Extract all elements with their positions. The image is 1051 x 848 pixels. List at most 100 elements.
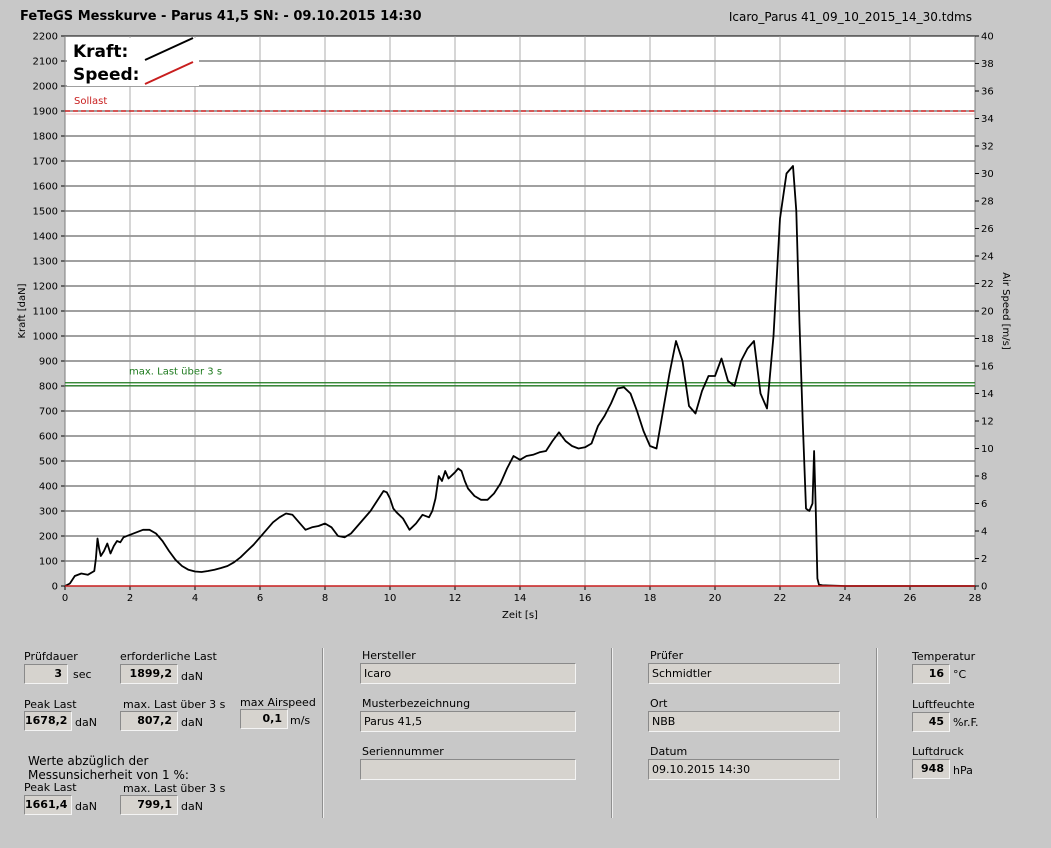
force-speed-chart: 0100200300400500600700800900100011001200… [17, 32, 1011, 622]
feuchte-unit: %r.F. [953, 716, 979, 729]
y2-tick-label: 36 [981, 87, 994, 98]
druck-value: 948 [912, 759, 950, 779]
x-tick-label: 18 [644, 593, 657, 604]
y2-tick-label: 32 [981, 142, 994, 153]
max-last2-label: max. Last über 3 s [123, 782, 226, 795]
datum-field: 09.10.2015 14:30 [648, 759, 840, 780]
y-tick-label: 200 [39, 532, 58, 543]
separator [611, 648, 613, 818]
serien-field [360, 759, 576, 780]
peak-last-label: Peak Last [24, 698, 77, 711]
muster-field: Parus 41,5 [360, 711, 576, 732]
y2-tick-label: 8 [981, 472, 987, 483]
y-tick-label: 1500 [33, 207, 58, 218]
x-tick-label: 28 [969, 593, 982, 604]
max-airspeed-value: 0,1 [240, 709, 288, 729]
y2-tick-label: 40 [981, 32, 994, 43]
y-tick-label: 100 [39, 557, 58, 568]
y2-tick-label: 22 [981, 279, 994, 290]
y-tick-label: 1600 [33, 182, 58, 193]
y-axis-label: Kraft [daN] [17, 283, 28, 338]
y2-tick-label: 26 [981, 224, 994, 235]
x-tick-label: 20 [709, 593, 722, 604]
y-tick-label: 500 [39, 457, 58, 468]
temp-value: 16 [912, 664, 950, 684]
peak-last-value: 1678,2 [24, 711, 72, 731]
y2-axis-label: Air Speed [m/s] [1000, 272, 1011, 350]
y-tick-label: 1300 [33, 257, 58, 268]
druck-unit: hPa [953, 764, 973, 777]
y2-tick-label: 0 [981, 582, 987, 593]
pruefer-label: Prüfer [650, 649, 684, 662]
y-tick-label: 1800 [33, 132, 58, 143]
x-tick-label: 6 [257, 593, 263, 604]
y-tick-label: 800 [39, 382, 58, 393]
peak-last2-value: 1661,4 [24, 795, 72, 815]
y-tick-label: 600 [39, 432, 58, 443]
y-tick-label: 700 [39, 407, 58, 418]
x-tick-label: 2 [127, 593, 133, 604]
y-tick-label: 2200 [33, 32, 58, 43]
sollast-label: Sollast [74, 96, 107, 107]
pruefdauer-label: Prüfdauer [24, 650, 78, 663]
max-airspeed-unit: m/s [290, 714, 311, 727]
y2-tick-label: 12 [981, 417, 994, 428]
y-tick-label: 300 [39, 507, 58, 518]
ort-label: Ort [650, 697, 668, 710]
x-tick-label: 22 [774, 593, 787, 604]
feuchte-label: Luftfeuchte [912, 698, 975, 711]
y2-tick-label: 18 [981, 334, 994, 345]
y2-tick-label: 30 [981, 169, 994, 180]
peak-last-unit: daN [75, 716, 97, 729]
peak-last2-unit: daN [75, 800, 97, 813]
werte-label-2: Messunsicherheit von 1 %: [28, 768, 189, 782]
y2-tick-label: 38 [981, 59, 994, 70]
separator [322, 648, 324, 818]
hersteller-label: Hersteller [362, 649, 416, 662]
y2-tick-label: 24 [981, 252, 994, 263]
y2-tick-label: 2 [981, 554, 987, 565]
max-last-label: max. Last über 3 s [123, 698, 226, 711]
max-last2-unit: daN [181, 800, 203, 813]
pruefer-field: Schmidtler [648, 663, 840, 684]
temp-label: Temperatur [912, 650, 976, 663]
hersteller-field: Icaro [360, 663, 576, 684]
x-tick-label: 14 [514, 593, 527, 604]
erf-last-label: erforderliche Last [120, 650, 217, 663]
max-airspeed-label: max Airspeed [240, 696, 316, 709]
datum-label: Datum [650, 745, 688, 758]
pruefdauer-value: 3 [24, 664, 68, 684]
y2-tick-label: 28 [981, 197, 994, 208]
maxlast-label: max. Last über 3 s [129, 366, 222, 377]
x-tick-label: 4 [192, 593, 198, 604]
y-tick-label: 1400 [33, 232, 58, 243]
x-tick-label: 8 [322, 593, 328, 604]
x-tick-label: 26 [904, 593, 917, 604]
y-tick-label: 2000 [33, 82, 58, 93]
druck-label: Luftdruck [912, 745, 964, 758]
x-tick-label: 16 [579, 593, 592, 604]
y-tick-label: 1700 [33, 157, 58, 168]
max-last-unit: daN [181, 716, 203, 729]
x-tick-label: 0 [62, 593, 68, 604]
max-last-value: 807,2 [120, 711, 178, 731]
separator [876, 648, 878, 818]
y-tick-label: 2100 [33, 57, 58, 68]
peak-last2-label: Peak Last [24, 781, 77, 794]
y-tick-label: 1100 [33, 307, 58, 318]
x-tick-label: 12 [449, 593, 462, 604]
y2-tick-label: 16 [981, 362, 994, 373]
y-tick-label: 1900 [33, 107, 58, 118]
feuchte-value: 45 [912, 712, 950, 732]
legend-speed-label: Speed: [73, 65, 139, 85]
erf-last-value: 1899,2 [120, 664, 178, 684]
y2-tick-label: 20 [981, 307, 994, 318]
y2-tick-label: 6 [981, 499, 987, 510]
y-tick-label: 1200 [33, 282, 58, 293]
y2-tick-label: 34 [981, 114, 994, 125]
y2-tick-label: 4 [981, 527, 987, 538]
temp-unit: °C [953, 668, 967, 681]
y-tick-label: 900 [39, 357, 58, 368]
werte-label-1: Werte abzüglich der [28, 754, 149, 768]
x-axis-label: Zeit [s] [502, 610, 538, 621]
